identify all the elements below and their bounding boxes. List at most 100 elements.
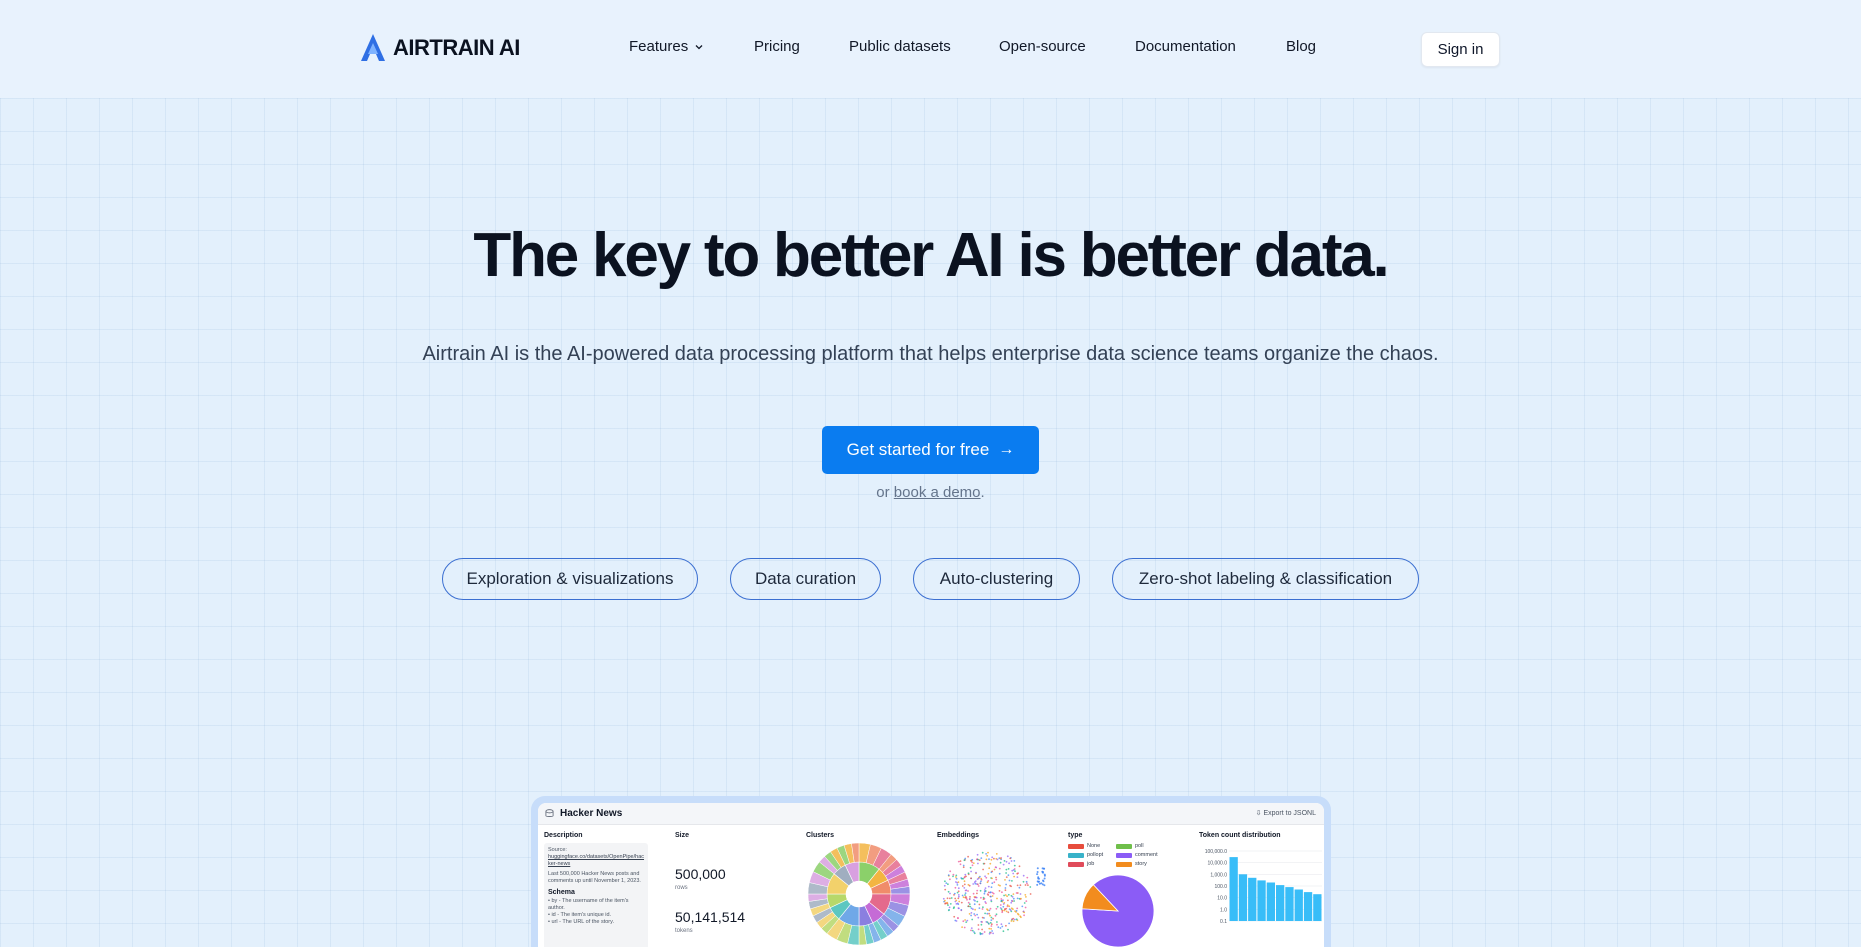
tokens-value: 50,141,514	[675, 909, 746, 925]
get-started-button[interactable]: Get started for free →	[822, 426, 1039, 474]
embedding-point	[969, 905, 972, 908]
embedding-point	[968, 898, 971, 901]
embedding-point	[963, 859, 966, 862]
embedding-point	[957, 917, 959, 919]
token-bar	[1238, 874, 1248, 921]
token-axis-tick-label: 10,000.0	[1208, 861, 1228, 867]
hero-title: The key to better AI is better data.	[473, 221, 1389, 290]
embedding-point	[956, 884, 959, 886]
token-bar	[1229, 857, 1238, 921]
embedding-point	[973, 881, 976, 884]
embedding-point	[949, 897, 951, 900]
sign-in-button[interactable]: Sign in	[1421, 32, 1500, 67]
export-jsonl-button[interactable]: ⇩ Export to JSONL	[1256, 809, 1316, 817]
clusters-sunburst[interactable]	[806, 841, 912, 947]
embedding-point	[983, 931, 986, 933]
token-distribution-chart[interactable]: 100,000.0 10,000.0 1,000.0 100.0 10.0 1.0 0.1	[1199, 841, 1324, 947]
embedding-point	[1008, 922, 1010, 925]
embedding-point	[964, 919, 966, 921]
embedding-point	[1010, 860, 1013, 862]
embedding-point	[955, 874, 958, 877]
nav-pricing[interactable]: Pricing	[754, 38, 800, 55]
panel-description-title: Description	[544, 832, 583, 839]
nav-blog-label: Blog	[1286, 38, 1317, 55]
source-link[interactable]: huggingface.co/datasets/OpenPipe/hacker-…	[548, 854, 644, 868]
schema-item: • url - The URL of the story.	[548, 919, 615, 925]
brand-logo[interactable]: AIRTRAIN AI	[360, 33, 520, 63]
nav-features[interactable]: Features	[629, 38, 704, 55]
nav-open-source[interactable]: Open-source	[999, 38, 1086, 55]
embedding-point	[967, 901, 970, 904]
embedding-point	[1024, 906, 1027, 909]
embedding-point	[1015, 918, 1018, 921]
embedding-point	[1008, 862, 1010, 865]
embedding-point	[949, 878, 951, 881]
embedding-point	[945, 882, 948, 884]
embedding-point	[991, 877, 993, 880]
pill-auto-clustering[interactable]: Auto-clustering	[913, 558, 1080, 600]
embedding-point	[977, 928, 980, 931]
type-pie-chart[interactable]	[1078, 871, 1158, 947]
token-axis-tick-label: 1.0	[1220, 907, 1227, 913]
embedding-point	[1000, 898, 1003, 900]
token-bar	[1248, 877, 1257, 921]
embedding-point	[995, 907, 998, 910]
embedding-point	[1036, 871, 1039, 873]
embedding-point	[962, 866, 965, 869]
nav-blog[interactable]: Blog	[1286, 38, 1316, 55]
embedding-point	[1029, 886, 1032, 888]
embedding-point	[970, 914, 972, 917]
embedding-point	[1015, 892, 1018, 894]
embedding-point	[986, 912, 989, 915]
embedding-point	[960, 877, 963, 879]
embedding-point	[1007, 868, 1010, 870]
legend-item: None	[1068, 843, 1100, 849]
embedding-point	[1012, 920, 1015, 923]
embedding-point	[986, 854, 989, 857]
embedding-point	[980, 857, 983, 859]
embedding-point	[1024, 884, 1027, 886]
pill-zero-shot-labeling[interactable]: Zero-shot labeling & classification	[1112, 558, 1419, 600]
embedding-point	[1036, 883, 1039, 886]
embedding-point	[981, 851, 984, 854]
embedding-point	[987, 885, 990, 888]
panel-embeddings-title: Embeddings	[937, 832, 980, 839]
embedding-point	[998, 872, 1001, 875]
embedding-point	[990, 916, 993, 919]
token-bar	[1294, 889, 1303, 921]
dataset-header-bar: Hacker News ⇩ Export to JSONL	[538, 803, 1324, 825]
embedding-point	[999, 884, 1001, 887]
book-demo-link[interactable]: book a demo	[894, 484, 981, 501]
nav-public-datasets[interactable]: Public datasets	[849, 38, 951, 55]
token-bar	[1266, 882, 1275, 921]
embedding-point	[1007, 899, 1009, 902]
embedding-point	[968, 884, 971, 887]
embedding-point	[1005, 872, 1007, 874]
embedding-point	[973, 903, 976, 906]
legend-label: None	[1087, 843, 1101, 849]
embedding-point	[952, 875, 954, 878]
embedding-point	[1013, 864, 1016, 867]
embedding-point	[988, 909, 991, 912]
embedding-point	[1017, 913, 1020, 916]
nav-documentation[interactable]: Documentation	[1135, 38, 1236, 55]
embeddings-scatter[interactable]	[937, 843, 1047, 943]
embedding-point	[962, 864, 965, 867]
embedding-point	[970, 927, 973, 929]
embedding-point	[1007, 911, 1010, 914]
embedding-point	[999, 927, 1002, 929]
pill-exploration[interactable]: Exploration & visualizations	[442, 558, 698, 600]
embedding-point	[987, 851, 989, 854]
embedding-point	[990, 886, 993, 889]
embedding-point	[1010, 901, 1013, 904]
description-box: Source: huggingface.co/datasets/OpenPipe…	[544, 843, 648, 947]
embedding-point	[1002, 899, 1004, 902]
schema-item: • id - The item's unique id.	[548, 912, 612, 918]
embedding-point	[1043, 874, 1046, 877]
embedding-point	[952, 873, 955, 876]
embedding-point	[1019, 893, 1022, 895]
pill-data-curation[interactable]: Data curation	[730, 558, 881, 600]
embedding-point	[982, 896, 985, 899]
nav-public-datasets-label: Public datasets	[849, 38, 951, 55]
embedding-point	[976, 913, 978, 916]
